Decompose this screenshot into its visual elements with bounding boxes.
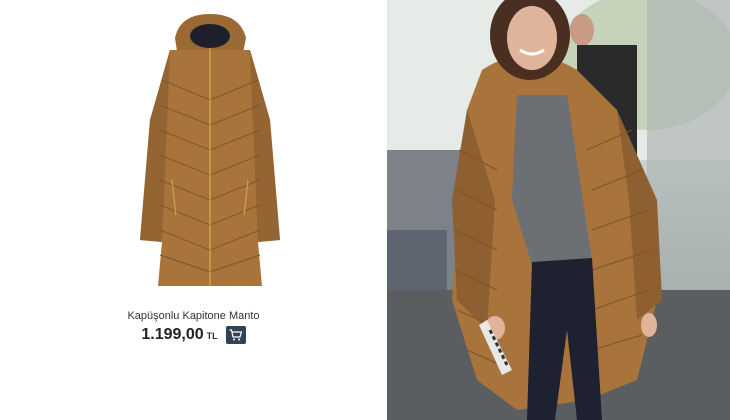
shopping-cart-icon [229,329,243,341]
product-card[interactable]: Kapüşonlu Kapitone Manto 1.199,00 TL [0,0,387,420]
product-image[interactable] [130,10,290,292]
price-currency: TL [206,331,218,341]
product-title[interactable]: Kapüşonlu Kapitone Manto [0,310,387,322]
add-to-cart-button[interactable] [225,326,246,344]
model-photo-illustration [387,0,730,420]
price-row: 1.199,00 TL [0,326,387,344]
model-photo[interactable] [387,0,730,420]
product-price: 1.199,00 [141,326,204,343]
price-group: 1.199,00 TL [141,326,217,344]
